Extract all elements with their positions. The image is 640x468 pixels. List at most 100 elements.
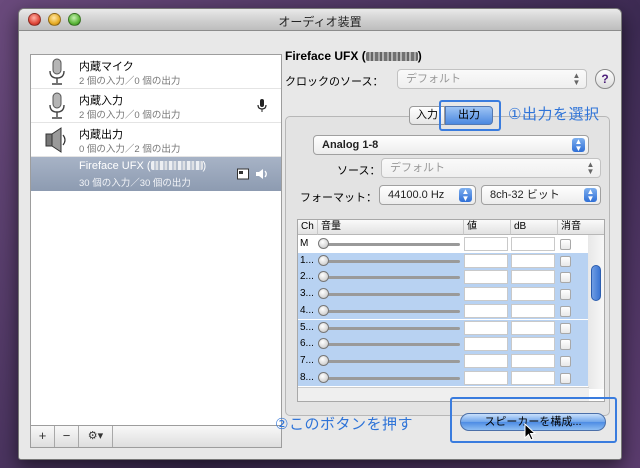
- mouse-pointer-icon: [524, 423, 536, 441]
- volume-slider-track[interactable]: [320, 243, 460, 246]
- redacted-serial: [150, 161, 203, 170]
- value-field[interactable]: [464, 353, 508, 368]
- mute-checkbox[interactable]: [560, 239, 571, 250]
- mute-checkbox[interactable]: [560, 272, 571, 284]
- chevron-updown-icon: ▲ ▼: [586, 160, 595, 176]
- stream-popup[interactable]: Analog 1-8 ▲ ▼: [313, 135, 589, 155]
- table-row[interactable]: 7...: [298, 352, 589, 370]
- volume-slider-knob[interactable]: [318, 321, 329, 333]
- db-field[interactable]: [511, 370, 555, 385]
- volume-slider-knob[interactable]: [318, 371, 329, 383]
- value-field[interactable]: [464, 303, 508, 318]
- device-name: Fireface UFX (): [79, 160, 207, 172]
- device-name: 内蔵入力: [79, 95, 123, 107]
- bit-depth-value: 8ch-32 ビット: [490, 189, 560, 201]
- table-row[interactable]: 2...: [298, 269, 589, 287]
- gear-menu-button[interactable]: ⚙▾: [79, 426, 113, 447]
- title-bar[interactable]: オーディオ装置: [19, 9, 621, 31]
- mute-checkbox[interactable]: [560, 372, 571, 384]
- device-item-internal-mic[interactable]: 内蔵マイク 2 個の入力／0 個の出力: [31, 55, 281, 89]
- value-field[interactable]: [464, 270, 508, 285]
- format-label: フォーマット：: [300, 192, 377, 204]
- value-field[interactable]: [464, 253, 508, 268]
- table-row[interactable]: 3...: [298, 286, 589, 303]
- value-field[interactable]: [464, 287, 508, 302]
- mute-checkbox[interactable]: [560, 355, 571, 367]
- db-field[interactable]: [511, 353, 555, 368]
- channel-label: 5...: [300, 321, 314, 333]
- redacted-serial: [365, 52, 418, 61]
- volume-slider-knob[interactable]: [318, 271, 329, 283]
- table-row[interactable]: M: [298, 236, 589, 253]
- column-header-mute[interactable]: 消音: [558, 220, 604, 235]
- channel-label: 2...: [300, 271, 314, 283]
- device-item-fireface-ufx[interactable]: Fireface UFX () 30 個の入力／30 個の出力: [31, 157, 281, 191]
- mute-checkbox[interactable]: [560, 322, 571, 334]
- value-field[interactable]: [464, 237, 508, 251]
- volume-slider-track[interactable]: [320, 276, 460, 280]
- volume-slider-track[interactable]: [320, 343, 460, 347]
- device-io-count: 2 個の入力／0 個の出力: [79, 110, 181, 121]
- speaker-icon: [45, 127, 66, 153]
- channel-volume-table: Ch 音量 値 dB 消音 M 1... 2... 3... 4... 5... 6... 7…: [297, 219, 605, 402]
- chevron-updown-icon: ▲ ▼: [572, 138, 585, 153]
- device-item-internal-output[interactable]: 内蔵出力 0 個の入力／2 個の出力: [31, 123, 281, 157]
- remove-device-button[interactable]: −: [55, 426, 79, 447]
- value-field[interactable]: [464, 320, 508, 335]
- clock-source-popup[interactable]: デフォルト ▲ ▼: [397, 69, 587, 89]
- device-item-internal-input[interactable]: 内蔵入力 2 個の入力／0 個の出力: [31, 89, 281, 123]
- sample-rate-popup[interactable]: 44100.0 Hz ▲ ▼: [379, 185, 476, 205]
- column-header-db[interactable]: dB: [511, 220, 558, 235]
- volume-slider-track[interactable]: [320, 376, 460, 380]
- source-popup[interactable]: デフォルト ▲ ▼: [381, 158, 601, 178]
- db-field[interactable]: [511, 337, 555, 352]
- table-row[interactable]: 6...: [298, 336, 589, 353]
- volume-slider-track[interactable]: [320, 326, 460, 330]
- volume-slider-knob[interactable]: [318, 254, 329, 266]
- scrollbar-thumb[interactable]: [591, 265, 601, 301]
- microphone-icon: [49, 92, 65, 119]
- channel-label: M: [300, 238, 309, 249]
- default-output-speaker-icon: [256, 169, 267, 179]
- column-header-volume[interactable]: 音量: [318, 220, 464, 235]
- mute-checkbox[interactable]: [560, 289, 571, 301]
- column-header-value[interactable]: 値: [464, 220, 511, 235]
- table-row[interactable]: 8...: [298, 369, 589, 387]
- help-button[interactable]: ?: [595, 69, 615, 89]
- table-row[interactable]: 5...: [298, 319, 589, 337]
- value-field[interactable]: [464, 370, 508, 385]
- volume-slider-knob[interactable]: [318, 304, 329, 316]
- table-row[interactable]: 4...: [298, 302, 589, 320]
- table-vertical-scrollbar[interactable]: [588, 235, 604, 389]
- usb-interface-icon: [237, 168, 249, 180]
- channel-label: 8...: [300, 371, 314, 383]
- db-field[interactable]: [511, 320, 555, 335]
- db-field[interactable]: [511, 270, 555, 285]
- bit-depth-popup[interactable]: 8ch-32 ビット ▲ ▼: [481, 185, 601, 205]
- device-name: 内蔵出力: [79, 129, 123, 141]
- volume-slider-track[interactable]: [320, 259, 460, 263]
- db-field[interactable]: [511, 253, 555, 268]
- mute-checkbox[interactable]: [560, 305, 571, 317]
- volume-slider-knob[interactable]: [318, 288, 329, 300]
- mute-checkbox[interactable]: [560, 339, 571, 351]
- volume-slider-track[interactable]: [320, 293, 460, 297]
- db-field[interactable]: [511, 287, 555, 302]
- volume-slider-knob[interactable]: [318, 338, 329, 350]
- stream-value: Analog 1-8: [322, 139, 379, 151]
- add-device-button[interactable]: +: [31, 426, 55, 447]
- volume-slider-knob[interactable]: [318, 354, 329, 366]
- db-field[interactable]: [511, 303, 555, 318]
- channel-label: 3...: [300, 288, 314, 300]
- table-row[interactable]: 1...: [298, 252, 589, 270]
- clock-source-value: デフォルト: [406, 73, 461, 85]
- volume-slider-knob[interactable]: [318, 238, 329, 249]
- mute-checkbox[interactable]: [560, 255, 571, 267]
- volume-slider-track[interactable]: [320, 359, 460, 363]
- channel-label: 4...: [300, 304, 314, 316]
- column-header-ch[interactable]: Ch: [298, 220, 318, 235]
- db-field[interactable]: [511, 237, 555, 251]
- value-field[interactable]: [464, 337, 508, 352]
- volume-slider-track[interactable]: [320, 309, 460, 313]
- window-title: オーディオ装置: [278, 15, 362, 29]
